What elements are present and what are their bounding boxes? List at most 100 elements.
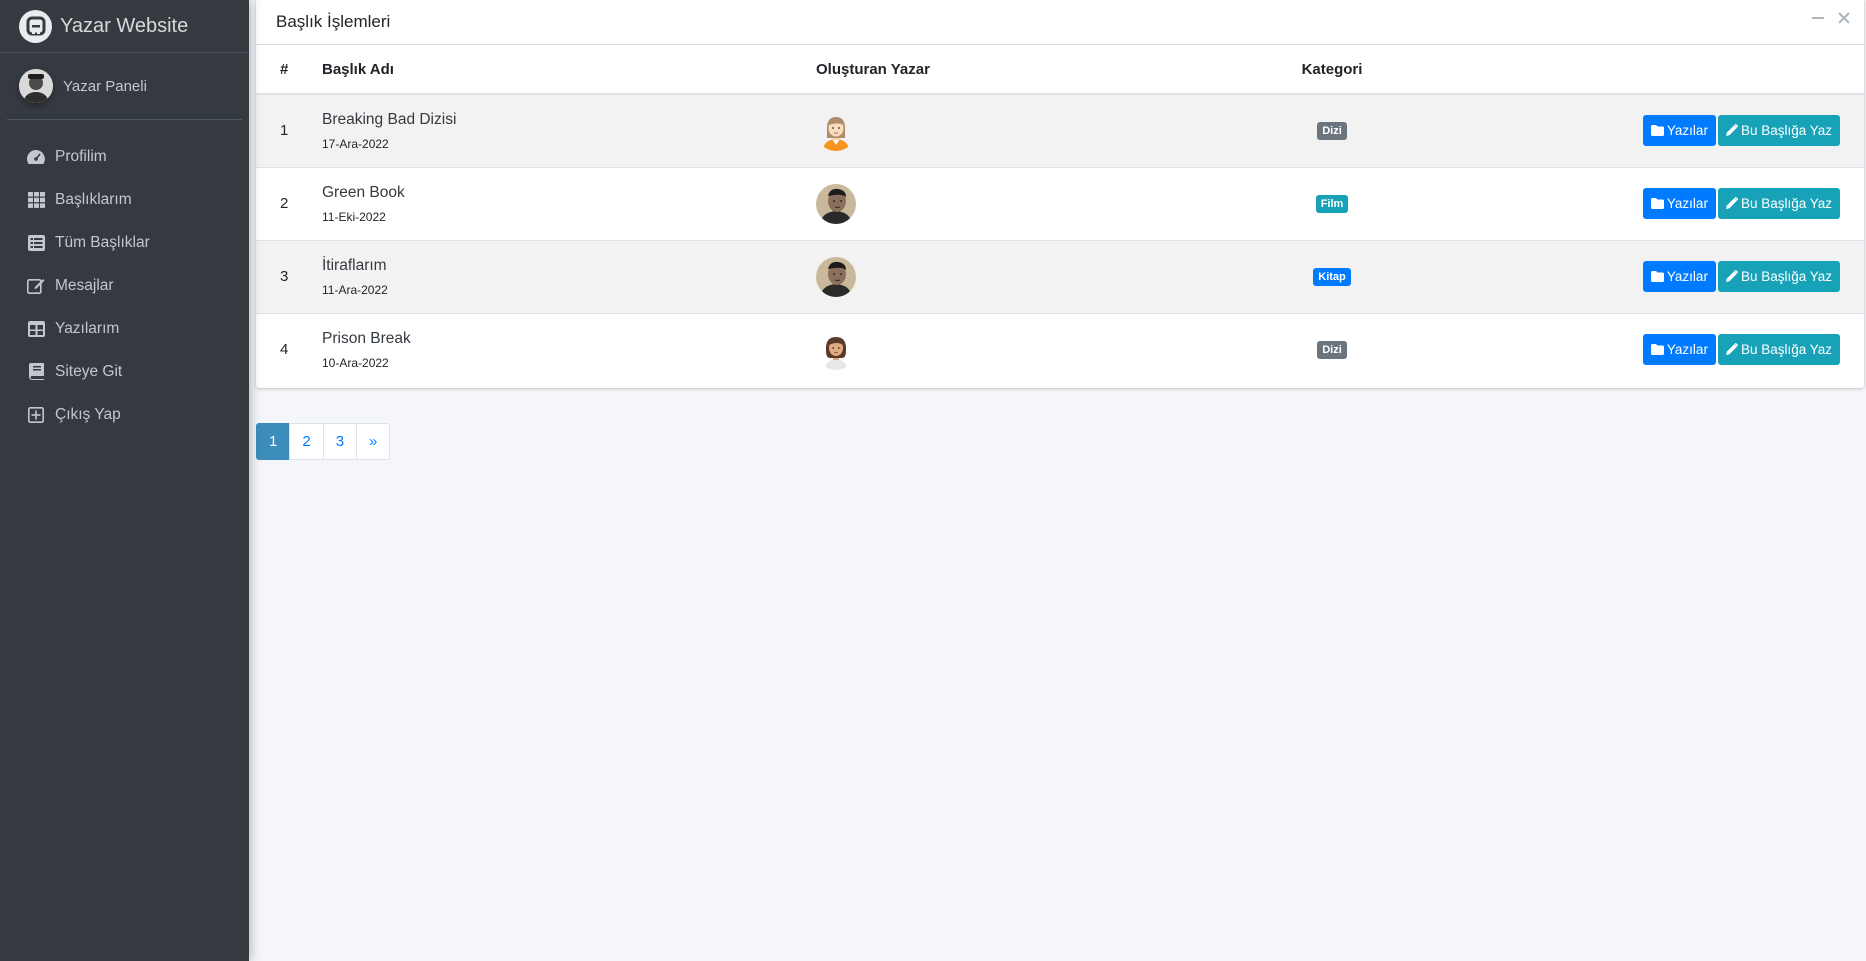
row-title: Breaking Bad Dizisi xyxy=(322,110,457,128)
brand-link[interactable]: Yazar Website xyxy=(0,0,249,53)
author-avatar xyxy=(816,183,856,224)
category-badge: Kitap xyxy=(1313,268,1351,286)
sidebar-item-label: Çıkış Yap xyxy=(55,405,121,423)
table-row: 3 İtiraflarım 11-Ara-2022 Kitap Yazılar … xyxy=(256,239,1864,313)
row-num: 1 xyxy=(256,93,321,167)
sidebar-item-profilim[interactable]: Profilim xyxy=(0,135,249,178)
row-title: Prison Break xyxy=(322,329,411,347)
row-num: 3 xyxy=(256,239,321,313)
list-icon xyxy=(26,234,46,252)
grid-icon xyxy=(26,191,46,209)
sidebar-item-label: Siteye Git xyxy=(55,362,123,380)
author-avatar xyxy=(816,110,856,151)
row-title: İtiraflarım xyxy=(322,256,387,274)
category-badge: Film xyxy=(1315,195,1349,213)
pencil-icon xyxy=(1725,123,1739,137)
folder-icon xyxy=(1650,198,1664,209)
brand-logo-icon xyxy=(19,9,52,43)
pencil-icon xyxy=(1725,269,1739,282)
page-link-1[interactable]: 1 xyxy=(256,423,291,460)
row-date: 11-Eki-2022 xyxy=(322,209,386,224)
write-topic-button-label: Bu Başlığa Yaz xyxy=(1740,196,1832,211)
write-topic-button-label: Bu Başlığa Yaz xyxy=(1740,342,1832,358)
posts-button-label: Yazılar xyxy=(1666,269,1708,284)
author-avatar xyxy=(816,256,856,297)
book-icon xyxy=(26,363,46,381)
posts-button-label: Yazılar xyxy=(1666,342,1708,358)
write-topic-button[interactable]: Bu Başlığa Yaz xyxy=(1717,188,1840,219)
folder-icon xyxy=(1650,344,1664,356)
sidebar-item-cikis-yap[interactable]: Çıkış Yap xyxy=(0,393,249,436)
page-link-3[interactable]: 3 xyxy=(322,423,358,460)
minus-icon[interactable] xyxy=(1812,12,1824,28)
sidebar-item-yazilarim[interactable]: Yazılarım xyxy=(0,307,249,350)
write-topic-button[interactable]: Bu Başlığa Yaz xyxy=(1717,115,1840,147)
row-category-cell: Dizi xyxy=(1227,312,1437,386)
times-icon[interactable] xyxy=(1838,12,1850,28)
card-header: Başlık İşlemleri xyxy=(256,0,1864,45)
edit-icon xyxy=(26,277,46,295)
folder-icon xyxy=(1650,271,1664,282)
category-badge: Dizi xyxy=(1317,341,1347,360)
sidebar-item-label: Profilim xyxy=(55,147,107,165)
row-actions: Yazılar Bu Başlığa Yaz xyxy=(1437,239,1864,313)
user-name: Yazar Paneli xyxy=(63,77,147,95)
pencil-icon xyxy=(1725,342,1739,356)
row-date: 17-Ara-2022 xyxy=(322,136,389,151)
write-topic-button[interactable]: Bu Başlığa Yaz xyxy=(1717,261,1840,292)
table-row: 2 Green Book 11-Eki-2022 Film Yazılar Bu… xyxy=(256,166,1864,240)
posts-button[interactable]: Yazılar xyxy=(1642,261,1716,292)
col-header-actions xyxy=(1437,45,1864,95)
brand-title: Yazar Website xyxy=(60,14,189,37)
row-category-cell: Kitap xyxy=(1227,239,1437,313)
col-header-author: Oluşturan Yazar xyxy=(815,45,1227,95)
posts-button-label: Yazılar xyxy=(1666,196,1708,211)
table-row: 1 Breaking Bad Dizisi 17-Ara-2022 Dizi Y… xyxy=(256,93,1864,167)
row-num: 4 xyxy=(256,312,321,386)
row-title-cell: Green Book 11-Eki-2022 xyxy=(321,166,815,240)
row-title: Green Book xyxy=(322,183,405,201)
row-actions: Yazılar Bu Başlığa Yaz xyxy=(1437,93,1864,167)
pagination: 1 2 3 » xyxy=(256,423,391,460)
sidebar-item-mesajlar[interactable]: Mesajlar xyxy=(0,264,249,307)
tachometer-icon xyxy=(26,148,46,166)
col-header-name: Başlık Adı xyxy=(321,45,815,95)
row-title-cell: İtiraflarım 11-Ara-2022 xyxy=(321,239,815,313)
posts-button[interactable]: Yazılar xyxy=(1642,115,1716,147)
row-category-cell: Dizi xyxy=(1227,93,1437,167)
folder-icon xyxy=(1650,125,1664,137)
sidebar-item-basliklarim[interactable]: Başlıklarım xyxy=(0,178,249,221)
row-author-cell xyxy=(815,312,1227,386)
table-row: 4 Prison Break 10-Ara-2022 Dizi Yazılar … xyxy=(256,312,1864,386)
sidebar: Yazar Website Yazar Paneli Profilim Başl… xyxy=(0,0,249,961)
category-badge: Dizi xyxy=(1317,122,1347,141)
write-topic-button-label: Bu Başlığa Yaz xyxy=(1740,269,1832,284)
row-author-cell xyxy=(815,166,1227,240)
main-content: Başlık İşlemleri # Başlık Adı Oluşturan … xyxy=(249,0,1866,961)
row-num: 2 xyxy=(256,166,321,240)
sidebar-item-label: Yazılarım xyxy=(55,319,120,337)
posts-button[interactable]: Yazılar xyxy=(1642,334,1716,366)
table-header-row: # Başlık Adı Oluşturan Yazar Kategori xyxy=(256,45,1864,95)
write-topic-button[interactable]: Bu Başlığa Yaz xyxy=(1717,334,1840,366)
page-link-next[interactable]: » xyxy=(356,423,391,460)
row-date: 10-Ara-2022 xyxy=(322,355,389,370)
author-avatar xyxy=(816,329,856,370)
sidebar-item-siteye-git[interactable]: Siteye Git xyxy=(0,350,249,393)
page-link-2[interactable]: 2 xyxy=(289,423,324,460)
card-tools xyxy=(1812,12,1850,28)
user-panel[interactable]: Yazar Paneli xyxy=(7,53,242,120)
row-author-cell xyxy=(815,239,1227,313)
table-icon xyxy=(26,320,46,338)
topics-table: # Başlık Adı Oluşturan Yazar Kategori 1 … xyxy=(256,45,1864,386)
col-header-num: # xyxy=(256,45,321,95)
sidebar-item-label: Mesajlar xyxy=(55,276,114,294)
row-category-cell: Film xyxy=(1227,166,1437,240)
posts-button[interactable]: Yazılar xyxy=(1642,188,1716,219)
sidebar-item-tum-basliklar[interactable]: Tüm Başlıklar xyxy=(0,221,249,264)
sidebar-nav: Profilim Başlıklarım Tüm Başlıklar Mesaj… xyxy=(0,135,249,436)
row-title-cell: Prison Break 10-Ara-2022 xyxy=(321,312,815,386)
topics-card: Başlık İşlemleri # Başlık Adı Oluşturan … xyxy=(256,0,1864,388)
plus-square-icon xyxy=(26,406,46,424)
write-topic-button-label: Bu Başlığa Yaz xyxy=(1740,123,1832,139)
